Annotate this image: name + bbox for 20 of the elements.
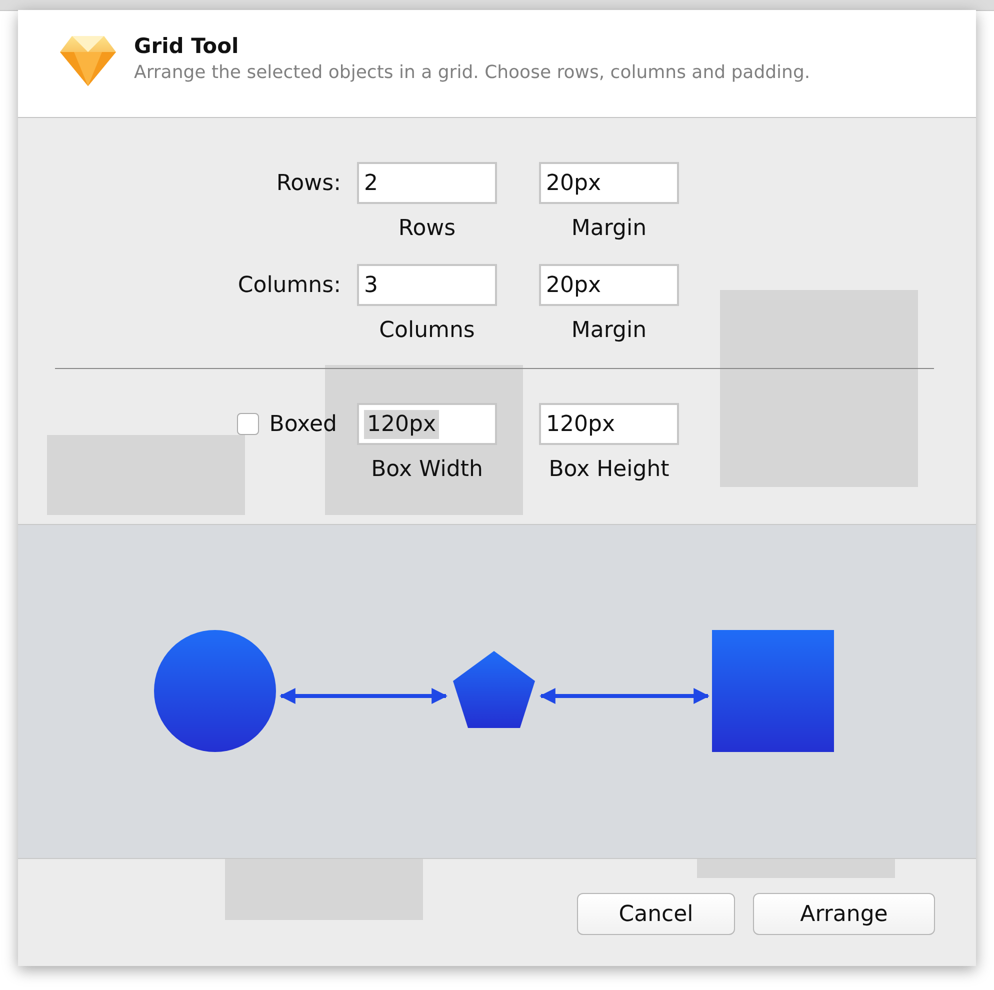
checkbox[interactable] — [237, 413, 260, 435]
input-field[interactable]: 20px — [539, 162, 679, 204]
input-field[interactable]: 120px — [357, 403, 497, 445]
field-caption: Rows — [398, 215, 456, 243]
field-caption: Margin — [571, 215, 647, 243]
input-field[interactable]: 20px — [539, 264, 679, 306]
dialog-title: Grid Tool — [134, 34, 240, 58]
input-field[interactable]: 2 — [357, 162, 497, 204]
dialog-subtitle: Arrange the selected objects in a grid. Choose rows, columns and padding. — [134, 62, 810, 83]
field-caption: Columns — [379, 317, 475, 345]
field-caption: Box Width — [371, 456, 483, 484]
field-label: Rows: — [276, 170, 341, 196]
field-caption: Margin — [571, 317, 647, 345]
input-field[interactable]: 3 — [357, 264, 497, 306]
checkbox-label: Boxed — [269, 412, 337, 436]
dialog-button[interactable]: Arrange — [753, 893, 935, 935]
input-field[interactable]: 120px — [539, 403, 679, 445]
dialog-button[interactable]: Cancel — [577, 893, 735, 935]
field-label: Columns: — [238, 272, 341, 298]
field-caption: Box Height — [548, 456, 670, 484]
